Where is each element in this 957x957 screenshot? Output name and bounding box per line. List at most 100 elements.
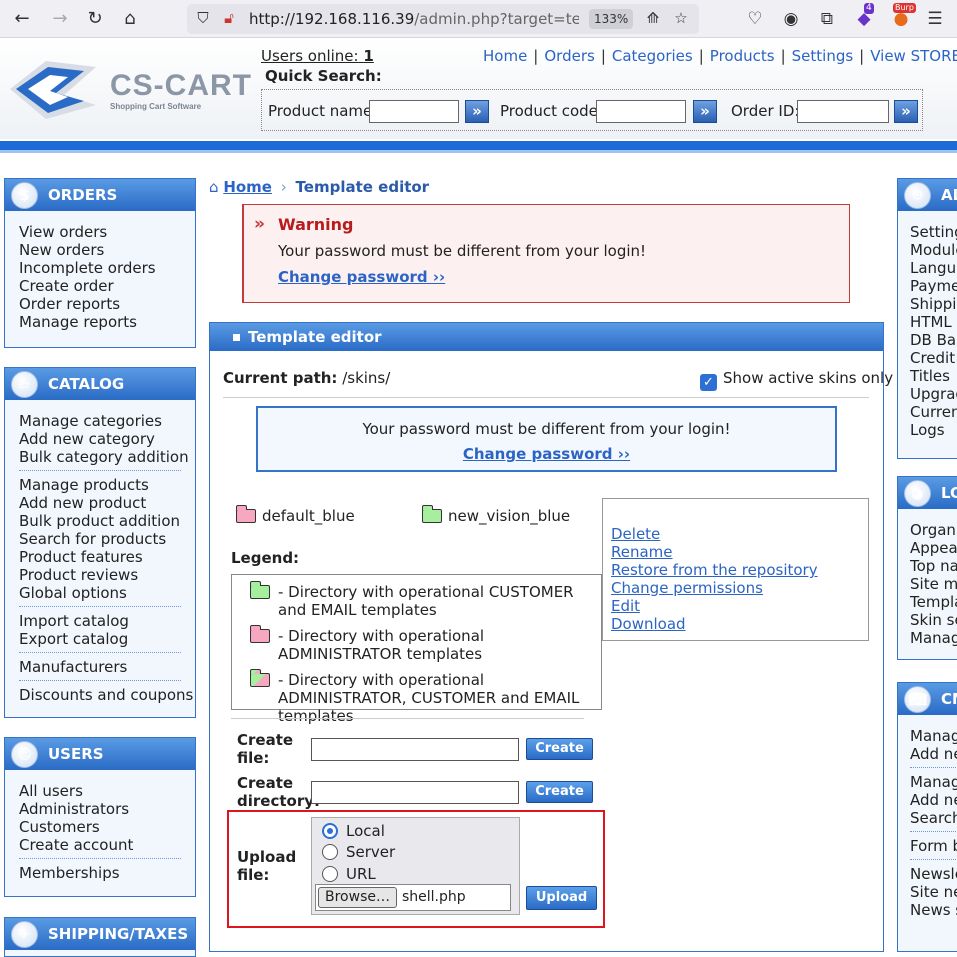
sidebar-item-manage-products[interactable]: Manage products bbox=[19, 476, 195, 494]
upload-source-server[interactable]: Server bbox=[322, 843, 395, 861]
upload-source-url[interactable]: URL bbox=[322, 865, 376, 883]
forward-arrow-icon[interactable]: → bbox=[48, 7, 72, 31]
nav-home[interactable]: Home bbox=[483, 47, 527, 65]
url-text[interactable]: http://192.168.116.39/admin.php?target=t… bbox=[249, 10, 579, 28]
nav-products[interactable]: Products bbox=[710, 47, 775, 65]
home-icon[interactable]: ⌂ bbox=[118, 7, 142, 31]
file-picker[interactable]: Browse… shell.php bbox=[315, 884, 511, 911]
sidebar-item-search-products[interactable]: Search for products bbox=[19, 530, 195, 548]
bookmark-star-icon[interactable]: ☆ bbox=[671, 9, 691, 27]
radio-empty-icon[interactable] bbox=[322, 844, 338, 860]
show-active-skins-toggle[interactable]: ✓ Show active skins only bbox=[700, 369, 893, 391]
browse-button[interactable]: Browse… bbox=[318, 887, 397, 908]
nav-orders[interactable]: Orders bbox=[544, 47, 594, 65]
extension-purple-icon[interactable]: ◆ 4 bbox=[852, 3, 876, 31]
create-directory-button[interactable]: Create bbox=[526, 781, 593, 803]
product-code-input[interactable] bbox=[596, 100, 686, 123]
shield-icon[interactable]: ⛉ bbox=[193, 9, 213, 27]
action-restore[interactable]: Restore from the repository bbox=[611, 561, 868, 579]
create-file-input[interactable] bbox=[311, 738, 519, 761]
sidebar-item-currencies[interactable]: Curren bbox=[910, 403, 957, 421]
menu-hamburger-icon[interactable]: ☰ bbox=[923, 7, 947, 31]
sidebar-item-template-editor[interactable]: Templa bbox=[910, 593, 957, 611]
sidebar-item-cms-add-1[interactable]: Add ne bbox=[910, 745, 957, 763]
sidebar-item-cms-manage-1[interactable]: Manag bbox=[910, 727, 957, 745]
sidebar-item-form-builder[interactable]: Form b bbox=[910, 837, 957, 855]
radio-empty-icon[interactable] bbox=[322, 866, 338, 882]
change-password-link[interactable]: Change password ›› bbox=[278, 268, 445, 286]
sidebar-item-cms-manage-2[interactable]: Manag bbox=[910, 773, 957, 791]
inner-change-password-link[interactable]: Change password ›› bbox=[463, 445, 630, 463]
order-id-input[interactable] bbox=[797, 100, 889, 123]
sidebar-item-export-catalog[interactable]: Export catalog bbox=[19, 630, 195, 648]
radio-selected-icon[interactable] bbox=[322, 823, 338, 839]
address-bar[interactable]: ⛉ 🔓︎ http://192.168.116.39/admin.php?tar… bbox=[187, 4, 699, 34]
checkbox-checked-icon[interactable]: ✓ bbox=[700, 374, 717, 391]
sidebar-item-customers[interactable]: Customers bbox=[19, 818, 195, 836]
zoom-level[interactable]: 133% bbox=[589, 9, 634, 29]
breadcrumb-home[interactable]: Home bbox=[223, 178, 272, 196]
sidebar-item-product-reviews[interactable]: Product reviews bbox=[19, 566, 195, 584]
sidebar-item-manage-reports[interactable]: Manage reports bbox=[19, 313, 195, 331]
sidebar-item-payment[interactable]: Payme bbox=[910, 277, 957, 295]
sidebar-item-newsletters[interactable]: Newsle bbox=[910, 865, 957, 883]
nav-categories[interactable]: Categories bbox=[612, 47, 693, 65]
back-arrow-icon[interactable]: ← bbox=[10, 7, 34, 31]
action-change-permissions[interactable]: Change permissions bbox=[611, 579, 868, 597]
sidebar-item-memberships[interactable]: Memberships bbox=[19, 864, 195, 882]
sidebar-item-languages[interactable]: Langua bbox=[910, 259, 957, 277]
sidebar-item-add-category[interactable]: Add new category bbox=[19, 430, 195, 448]
product-code-go-button[interactable]: » bbox=[693, 100, 717, 123]
reload-icon[interactable]: ↻ bbox=[83, 7, 107, 31]
action-edit[interactable]: Edit bbox=[611, 597, 868, 615]
cs-cart-logo[interactable]: CS-CART Shopping Cart Software bbox=[6, 55, 251, 127]
create-file-button[interactable]: Create bbox=[526, 738, 593, 760]
action-rename[interactable]: Rename bbox=[611, 543, 868, 561]
sidebar-item-create-order[interactable]: Create order bbox=[19, 277, 195, 295]
sidebar-item-cms-search[interactable]: Search bbox=[910, 809, 957, 827]
sidebar-item-site-news[interactable]: Site ne bbox=[910, 883, 957, 901]
sidebar-item-html[interactable]: HTML bbox=[910, 313, 957, 331]
upload-button[interactable]: Upload bbox=[526, 886, 597, 910]
sidebar-item-organize[interactable]: Organi bbox=[910, 521, 957, 539]
skin-new-vision-blue[interactable]: new_vision_blue bbox=[422, 505, 570, 525]
sidebar-item-order-reports[interactable]: Order reports bbox=[19, 295, 195, 313]
sidebar-item-all-users[interactable]: All users bbox=[19, 782, 195, 800]
sidebar-item-new-orders[interactable]: New orders bbox=[19, 241, 195, 259]
account-icon[interactable]: ◉ bbox=[779, 7, 803, 31]
sidebar-item-modules[interactable]: Module bbox=[910, 241, 957, 259]
order-id-go-button[interactable]: » bbox=[894, 100, 918, 123]
sidebar-item-site-map[interactable]: Site ma bbox=[910, 575, 957, 593]
sidebar-item-manage[interactable]: Manag bbox=[910, 629, 957, 647]
nav-view-storefront[interactable]: View STOREFR bbox=[870, 47, 957, 65]
sidebar-item-view-orders[interactable]: View orders bbox=[19, 223, 195, 241]
skin-default-blue[interactable]: default_blue bbox=[236, 505, 355, 525]
sidebar-item-bulk-category[interactable]: Bulk category addition bbox=[19, 448, 195, 466]
sidebar-item-manufacturers[interactable]: Manufacturers bbox=[19, 658, 195, 676]
sidebar-item-import-catalog[interactable]: Import catalog bbox=[19, 612, 195, 630]
sidebar-item-global-options[interactable]: Global options bbox=[19, 584, 195, 602]
sidebar-item-top-nav[interactable]: Top na bbox=[910, 557, 957, 575]
sidebar-item-logs[interactable]: Logs bbox=[910, 421, 957, 439]
product-name-go-button[interactable]: » bbox=[465, 100, 489, 123]
insecure-lock-icon[interactable]: 🔓︎ bbox=[219, 9, 239, 27]
sidebar-item-add-product[interactable]: Add new product bbox=[19, 494, 195, 512]
product-name-input[interactable] bbox=[369, 100, 459, 123]
burp-extension-icon[interactable]: ● Burp bbox=[889, 3, 916, 31]
sidebar-item-incomplete-orders[interactable]: Incomplete orders bbox=[19, 259, 195, 277]
sidebar-item-create-account[interactable]: Create account bbox=[19, 836, 195, 854]
sidebar-item-settings[interactable]: Setting bbox=[910, 223, 957, 241]
sidebar-item-news-subscribers[interactable]: News s bbox=[910, 901, 957, 919]
sidebar-item-manage-categories[interactable]: Manage categories bbox=[19, 412, 195, 430]
users-online[interactable]: Users online: 1 bbox=[261, 47, 374, 65]
sidebar-item-shipping[interactable]: Shippin bbox=[910, 295, 957, 313]
sidebar-item-bulk-product[interactable]: Bulk product addition bbox=[19, 512, 195, 530]
create-directory-input[interactable] bbox=[311, 781, 519, 804]
upload-source-local[interactable]: Local bbox=[322, 822, 385, 840]
sidebar-item-appearance[interactable]: Appear bbox=[910, 539, 957, 557]
pocket-icon[interactable]: ♡ bbox=[743, 7, 767, 31]
sidebar-item-credit-cards[interactable]: Credit c bbox=[910, 349, 957, 367]
translate-icon[interactable]: ⟰ bbox=[643, 9, 663, 27]
sidebar-item-db-backup[interactable]: DB Bac bbox=[910, 331, 957, 349]
extensions-icon[interactable]: ⧉ bbox=[815, 7, 839, 31]
